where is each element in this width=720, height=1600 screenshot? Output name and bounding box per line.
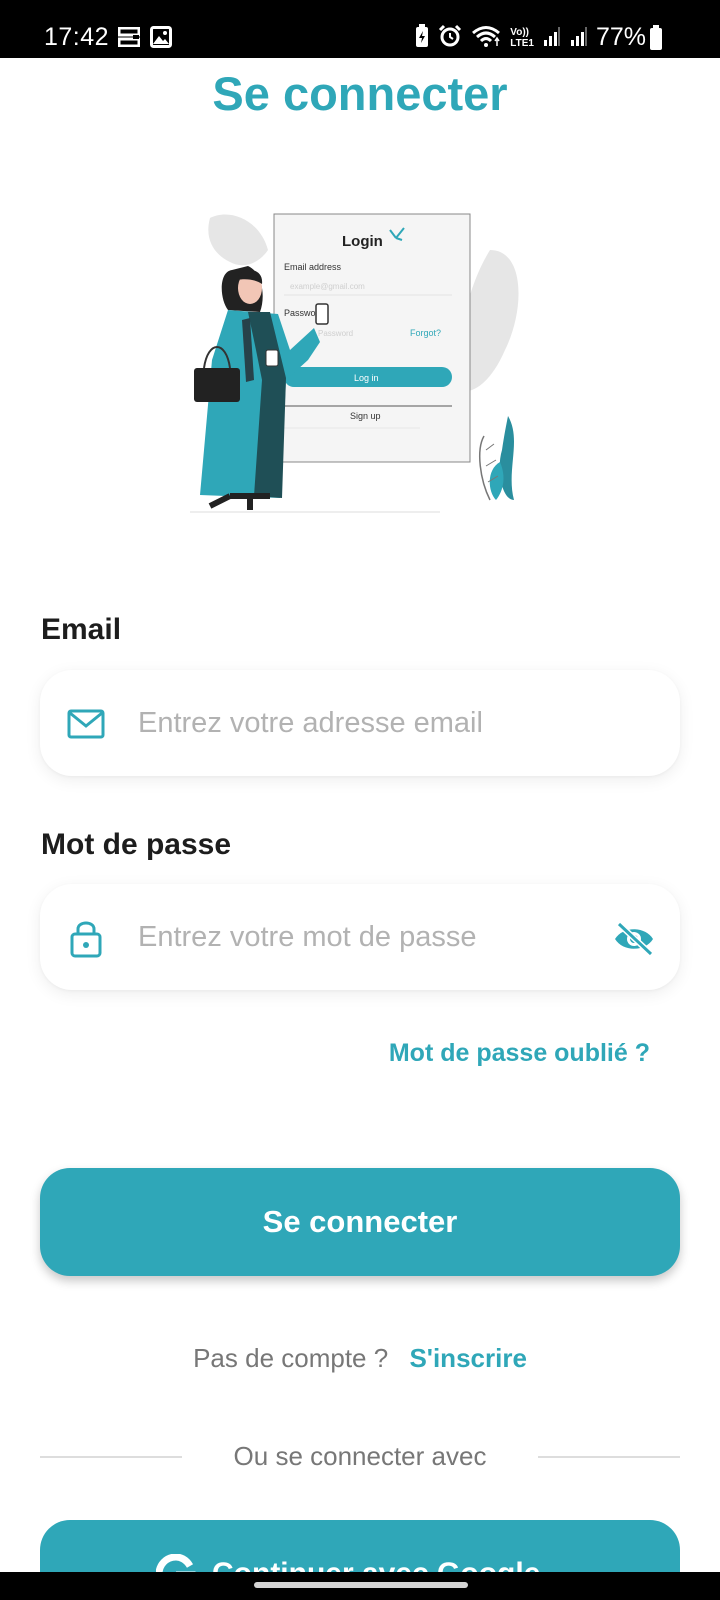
wifi-icon	[471, 24, 501, 53]
status-time: 17:42	[44, 23, 110, 51]
signal-icon	[570, 25, 588, 52]
volte-icon: Vo)) LTE1	[510, 27, 534, 49]
password-label: Mot de passe	[41, 828, 232, 861]
eye-off-icon[interactable]	[612, 919, 656, 959]
card-email-label: Email address	[284, 262, 342, 272]
page-title: Se connecter	[212, 67, 508, 120]
system-navigation-bar	[0, 1572, 720, 1600]
signup-row: Pas de compte ? S'inscrire	[0, 1342, 720, 1374]
home-gesture-handle[interactable]	[254, 1582, 468, 1588]
alarm-icon	[438, 24, 462, 53]
status-bar: 17:42 Vo)) LTE1 77%	[0, 0, 720, 58]
signup-link[interactable]: S'inscrire	[409, 1343, 526, 1373]
battery-percent: 77%	[595, 23, 646, 51]
email-label: Email	[41, 613, 122, 646]
card-signup-label: Sign up	[350, 411, 381, 421]
password-field[interactable]	[40, 884, 680, 990]
divider-line	[538, 1456, 680, 1458]
forgot-password-link[interactable]: Mot de passe oublié ?	[389, 1038, 650, 1068]
login-illustration: Login Email address example@gmail.com Pa…	[190, 200, 540, 530]
volte-label: Vo))	[510, 27, 529, 38]
signal-icon	[543, 25, 561, 52]
login-button[interactable]: Se connecter	[40, 1168, 680, 1276]
battery-saver-icon	[415, 23, 429, 53]
lte-label: LTE1	[510, 38, 534, 49]
email-input[interactable]	[138, 698, 578, 748]
plant-decoration	[479, 416, 514, 501]
image-icon	[150, 25, 172, 53]
signup-prompt: Pas de compte ?	[193, 1343, 389, 1373]
battery-icon	[650, 25, 662, 50]
card-password-placeholder: Password	[318, 329, 353, 338]
card-forgot-label: Forgot?	[410, 328, 441, 338]
card-login-button: Log in	[354, 373, 379, 383]
app-notification-icon	[117, 26, 141, 52]
mail-icon	[66, 704, 106, 744]
social-divider: Ou se connecter avec	[40, 1438, 680, 1474]
password-input[interactable]	[138, 912, 578, 962]
email-field[interactable]	[40, 670, 680, 776]
card-title: Login	[342, 233, 383, 250]
card-email-placeholder: example@gmail.com	[290, 282, 365, 291]
lock-icon	[66, 918, 106, 958]
